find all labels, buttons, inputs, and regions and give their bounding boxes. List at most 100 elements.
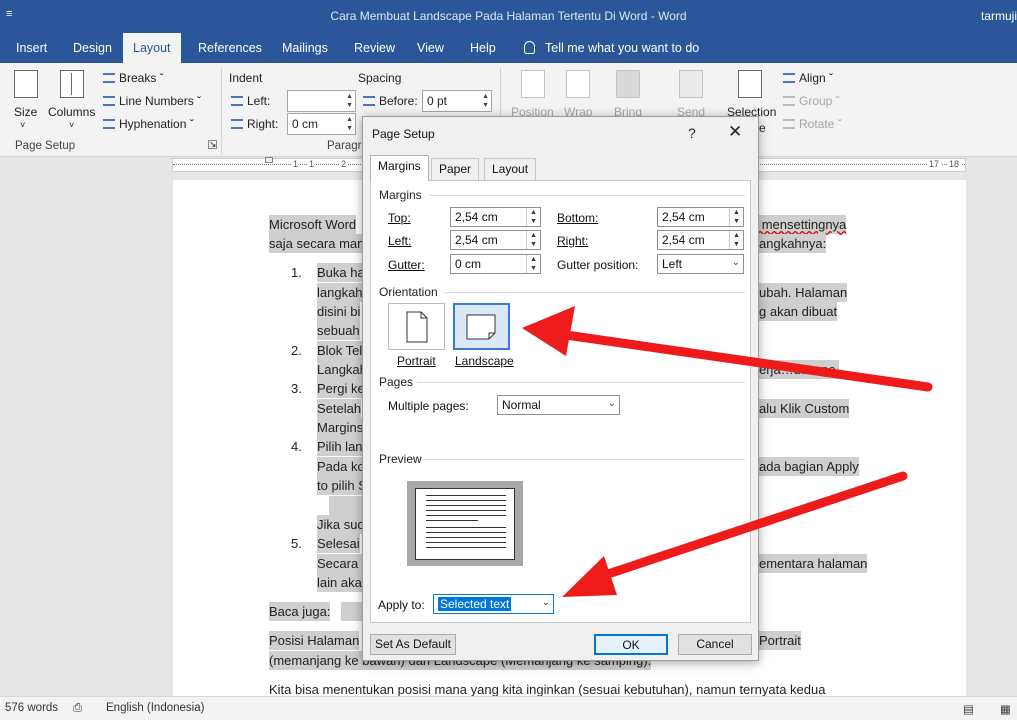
spin-arrows-icon[interactable]: ▲ ▼: [482, 92, 489, 110]
doc-line: saja secara man: [269, 234, 365, 253]
language-indicator[interactable]: English (Indonesia): [106, 702, 204, 714]
multiple-pages-label: Multiple pages:: [388, 399, 469, 413]
group-button[interactable]: Group ˇ: [783, 94, 840, 108]
indent-right-value: 0 cm: [292, 117, 319, 131]
tab-references[interactable]: References: [196, 33, 264, 63]
multiple-pages-select[interactable]: Normal ⌄: [497, 395, 620, 415]
preview-line: [426, 510, 506, 511]
group-label: Group ˇ: [799, 94, 840, 108]
close-icon[interactable]: ✕: [728, 122, 742, 142]
spacing-before-text: Before:: [379, 94, 418, 108]
spin-arrows-icon[interactable]: ▲ ▼: [526, 208, 540, 226]
doc-line: Posisi Halaman: [269, 631, 360, 650]
right-margin-value: 2,54 cm: [662, 233, 705, 247]
proofing-icon[interactable]: ⎙: [73, 702, 82, 715]
doc-line: lain aka: [317, 573, 362, 592]
columns-button[interactable]: Columns: [48, 105, 95, 119]
set-as-default-button[interactable]: Set As Default: [370, 634, 456, 655]
tab-insert[interactable]: Insert: [14, 33, 49, 63]
breaks-button[interactable]: Breaks ˇ: [103, 71, 164, 85]
line-numbers-icon: [103, 96, 115, 106]
send-backward-icon: [679, 70, 703, 98]
top-label: Top:: [388, 211, 411, 225]
gutter-position-select[interactable]: Left ⌄: [657, 254, 744, 274]
doc-line-fragment: angkahnya:: [759, 234, 827, 253]
gutter-input[interactable]: 0 cm ▲ ▼: [450, 254, 541, 274]
bottom-margin-input[interactable]: 2,54 cm ▲ ▼: [657, 207, 744, 227]
spin-arrows-icon[interactable]: ▲ ▼: [729, 231, 743, 249]
preview-heading: Preview: [379, 452, 422, 466]
left-label: Left:: [388, 234, 412, 248]
first-line-indent-marker[interactable]: [265, 157, 273, 163]
portrait-option[interactable]: [388, 303, 445, 350]
spin-arrows-icon[interactable]: ▲ ▼: [526, 231, 540, 249]
landscape-option[interactable]: [453, 303, 510, 350]
ruler-number: 1: [307, 159, 317, 169]
align-button[interactable]: Align ˇ: [783, 71, 833, 85]
spacing-before-input[interactable]: 0 pt ▲ ▼: [422, 90, 492, 112]
ok-button[interactable]: OK: [594, 634, 668, 655]
doc-line-fragment: ementara halaman: [759, 554, 868, 573]
user-name[interactable]: tarmuji: [981, 9, 1017, 23]
doc-line-fragment: alu Klik Custom: [759, 399, 850, 418]
tab-layout[interactable]: Layout: [123, 33, 181, 63]
preview-line: [426, 532, 506, 533]
indent-right-input[interactable]: 0 cm ▲ ▼: [287, 113, 356, 135]
ruler-number: 1: [291, 159, 301, 169]
group-icon: [783, 96, 795, 106]
help-icon[interactable]: ?: [688, 125, 696, 141]
columns-icon: [60, 70, 84, 98]
spin-arrows-icon[interactable]: ▲ ▼: [346, 115, 353, 133]
group-separator: [221, 68, 222, 154]
right-margin-input[interactable]: 2,54 cm ▲ ▼: [657, 230, 744, 250]
tab-paper[interactable]: Paper: [431, 158, 480, 180]
doc-line: Kita bisa menentukan posisi mana yang ki…: [269, 682, 826, 696]
tab-layout-dialog[interactable]: Layout: [484, 158, 537, 180]
tell-me-search[interactable]: Tell me what you want to do: [524, 33, 699, 63]
left-margin-input[interactable]: 2,54 cm ▲ ▼: [450, 230, 541, 250]
tab-mailings[interactable]: Mailings: [280, 33, 330, 63]
tab-review[interactable]: Review: [352, 33, 397, 63]
word-count[interactable]: 576 words: [5, 702, 58, 714]
indent-left-input[interactable]: ▲ ▼: [287, 90, 356, 112]
spin-arrows-icon[interactable]: ▲ ▼: [729, 208, 743, 226]
doc-line-fragment: ada bagian Apply: [759, 457, 859, 476]
line-numbers-button[interactable]: Line Numbers ˇ: [103, 94, 201, 108]
read-mode-icon[interactable]: ▤: [963, 702, 974, 716]
rotate-button[interactable]: Rotate ˇ: [783, 117, 842, 131]
spin-arrows-icon[interactable]: ▲ ▼: [346, 92, 353, 110]
cancel-button[interactable]: Cancel: [678, 634, 752, 655]
chevron-down-icon: ⌄: [541, 597, 550, 608]
top-margin-value: 2,54 cm: [455, 210, 498, 224]
tab-help[interactable]: Help: [468, 33, 498, 63]
list-number: 2.: [291, 343, 302, 358]
doc-line: Baca juga:: [269, 602, 331, 621]
tab-view[interactable]: View: [415, 33, 446, 63]
apply-to-select[interactable]: Selected text ⌄: [433, 594, 554, 614]
preview-line: [426, 547, 506, 548]
columns-dropdown-icon: ˅: [69, 120, 75, 130]
size-button[interactable]: Size: [14, 105, 37, 119]
spin-arrows-icon[interactable]: ▲ ▼: [526, 255, 540, 273]
indent-right-text: Right:: [247, 117, 279, 131]
bring-forward-icon: [616, 70, 640, 98]
list-number: 1.: [291, 265, 302, 280]
hyphenation-button[interactable]: Hyphenation ˇ: [103, 117, 194, 131]
tell-me-label: Tell me what you want to do: [545, 41, 700, 55]
print-layout-icon[interactable]: ▦: [1000, 702, 1011, 716]
landscape-page-icon: [466, 314, 496, 340]
breaks-icon: [103, 73, 115, 83]
preview-line: [426, 515, 506, 516]
tab-design[interactable]: Design: [71, 33, 114, 63]
tab-margins[interactable]: Margins: [370, 155, 429, 181]
size-dropdown-icon: ˅: [20, 120, 26, 130]
top-margin-input[interactable]: 2,54 cm ▲ ▼: [450, 207, 541, 227]
page-setup-launcher-icon[interactable]: ↘: [208, 140, 217, 149]
preview-line: [426, 500, 506, 501]
lightbulb-icon: [524, 41, 535, 54]
hyphenation-icon: [103, 119, 115, 129]
hyphenation-label: Hyphenation ˇ: [119, 117, 194, 131]
gutter-position-value: Left: [662, 257, 683, 271]
doc-line: Setelah: [317, 399, 362, 418]
doc-line-fragment: erja…dscape.: [759, 360, 840, 379]
